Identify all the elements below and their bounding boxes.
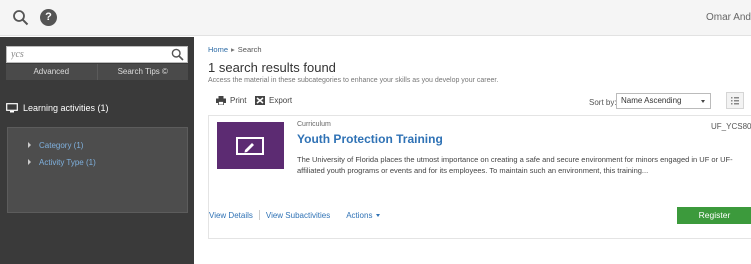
search-icon[interactable] xyxy=(12,9,30,27)
sort-label: Sort by: xyxy=(589,98,617,107)
section-label: Learning activities (1) xyxy=(23,103,109,113)
sidebar-search-box xyxy=(6,46,188,63)
page-title: 1 search results found xyxy=(208,60,336,75)
card-actions: View Details View Subactivities Actions xyxy=(209,208,381,222)
learning-activities-section[interactable]: Learning activities (1) xyxy=(6,101,109,115)
register-button[interactable]: Register xyxy=(677,207,751,224)
actions-dropdown[interactable]: Actions xyxy=(346,210,381,220)
search-input[interactable] xyxy=(7,47,167,62)
list-view-icon xyxy=(731,97,739,105)
course-thumbnail[interactable] xyxy=(217,122,284,169)
breadcrumb-separator-icon: ▸ xyxy=(231,45,235,54)
search-submit-icon[interactable] xyxy=(171,48,184,61)
chevron-down-icon xyxy=(701,100,705,103)
results-subtitle: Access the material in these subcategori… xyxy=(208,77,499,84)
course-code: UF_YCS800_O xyxy=(711,122,751,131)
sidebar-tabs: Advanced Search Tips © xyxy=(6,64,188,80)
view-details-link[interactable]: View Details xyxy=(209,211,253,220)
course-title-link[interactable]: Youth Protection Training xyxy=(297,132,443,146)
actions-label: Actions xyxy=(346,210,373,220)
expand-arrow-icon xyxy=(28,142,31,148)
list-view-button[interactable] xyxy=(726,92,744,109)
export-label: Export xyxy=(269,96,293,105)
expand-arrow-icon xyxy=(28,159,31,165)
category-label: Curriculum xyxy=(297,121,331,128)
sort-value: Name Ascending xyxy=(621,96,682,105)
main-content: Home ▸ Search 1 search results found Acces… xyxy=(194,37,751,264)
sidebar: Advanced Search Tips © Learning activiti… xyxy=(0,37,194,264)
divider xyxy=(258,210,260,220)
printer-icon xyxy=(216,96,226,105)
result-card: Curriculum Youth Protection Training UF_… xyxy=(208,115,751,239)
user-name[interactable]: Omar And xyxy=(706,12,751,23)
breadcrumb: Home ▸ Search xyxy=(208,45,262,54)
pencil-icon xyxy=(244,143,254,153)
course-description: The University of Florida places the utm… xyxy=(297,155,733,175)
export-button[interactable]: Export xyxy=(255,96,292,105)
tab-search-tips[interactable]: Search Tips © xyxy=(96,64,189,80)
filter-panel: Category (1) Activity Type (1) xyxy=(7,127,188,213)
print-label: Print xyxy=(230,96,247,105)
top-bar: ? Omar And xyxy=(0,0,751,36)
filter-activity-type[interactable]: Activity Type (1) xyxy=(28,158,96,167)
monitor-icon xyxy=(6,103,18,113)
breadcrumb-home[interactable]: Home xyxy=(208,45,228,54)
caret-down-icon xyxy=(376,213,381,217)
export-icon xyxy=(255,96,265,105)
filter-label: Category (1) xyxy=(39,141,84,150)
print-button[interactable]: Print xyxy=(216,96,246,105)
breadcrumb-current: Search xyxy=(237,45,262,54)
filter-label: Activity Type (1) xyxy=(39,158,96,167)
sort-select[interactable]: Name Ascending xyxy=(616,93,711,109)
help-icon[interactable]: ? xyxy=(40,9,57,26)
view-subactivities-link[interactable]: View Subactivities xyxy=(266,211,330,220)
tab-advanced[interactable]: Advanced xyxy=(6,64,97,80)
filter-category[interactable]: Category (1) xyxy=(28,141,83,150)
